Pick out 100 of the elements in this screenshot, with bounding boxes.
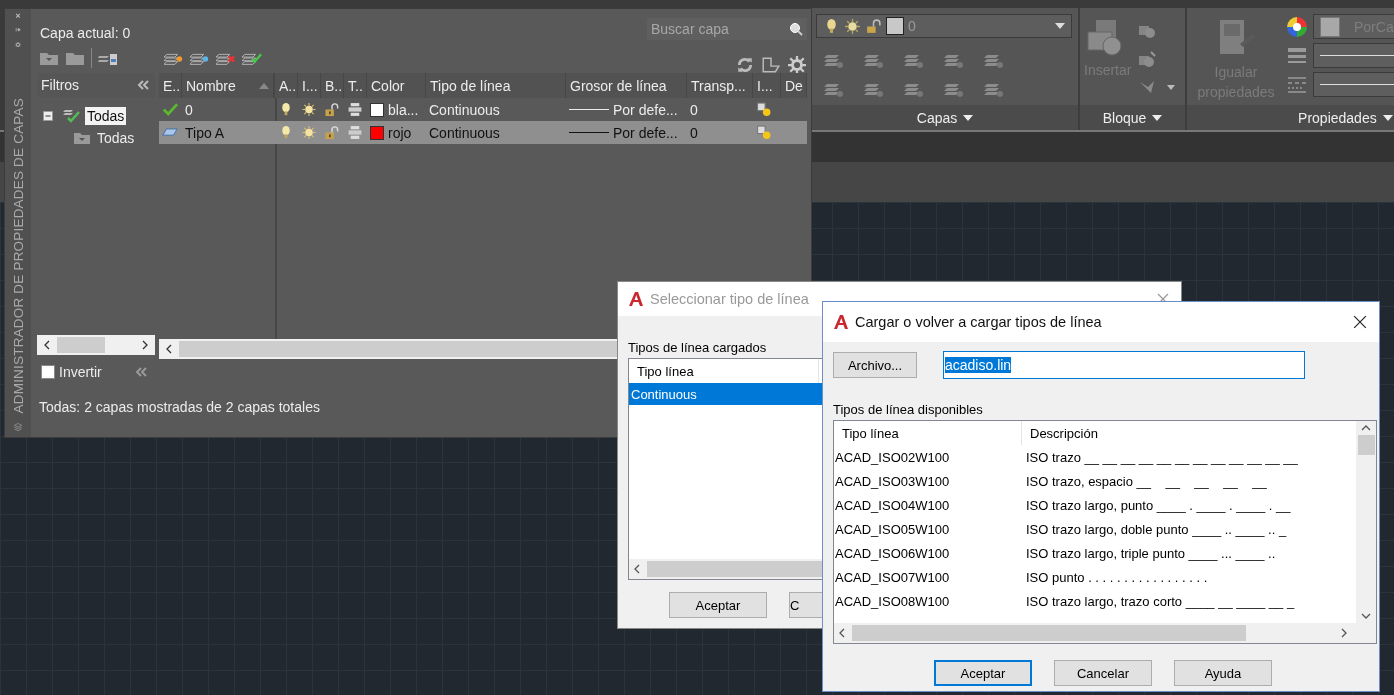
viewport-freeze-icon[interactable] — [756, 125, 772, 140]
app-logo-icon — [833, 314, 849, 330]
linetype-dropdown[interactable] — [1313, 72, 1394, 97]
panel-title-button[interactable]: Propiedades — [1187, 105, 1394, 130]
file-button[interactable]: Archivo... — [833, 352, 917, 378]
list-label: Tipos de línea cargados — [628, 340, 768, 357]
current-layer-label: Capa actual: 0 — [39, 25, 131, 43]
linetype-name[interactable]: ACAD_ISO06W100 — [834, 545, 1023, 561]
column-header[interactable]: Grosor de línea — [566, 73, 687, 98]
block-edit-icon[interactable] — [1137, 50, 1158, 68]
linetype-name[interactable]: ACAD_ISO02W100 — [834, 449, 1023, 465]
scroll-thumb[interactable] — [1357, 435, 1375, 455]
linetype-name[interactable]: ACAD_ISO07W100 — [834, 569, 1023, 585]
settings-icon[interactable] — [12, 41, 24, 48]
column-header[interactable]: I... — [753, 73, 781, 98]
linetype-description: ISO trazo largo, doble punto ____ .. ____ .. _ — [1025, 521, 1288, 537]
palette-title: ADMINISTRADOR DE PROPIEDADES DE CAPAS — [10, 98, 26, 414]
viewport-overrides-icon[interactable] — [761, 56, 781, 74]
unlocked-padlock-icon — [865, 17, 882, 35]
dialog-title: Cargar o volver a cargar tipos de línea — [855, 314, 1102, 330]
collapse-box-icon[interactable] — [43, 111, 53, 121]
lineweight-dropdown[interactable] — [1313, 43, 1394, 68]
lineweight-value[interactable]: Por defe... — [613, 124, 678, 141]
column-header[interactable]: B.. — [321, 73, 344, 98]
transparency-value[interactable]: 0 — [687, 121, 753, 144]
scroll-up-icon[interactable] — [1361, 425, 1371, 431]
viewport-freeze-icon[interactable] — [756, 102, 772, 117]
layer-row[interactable]: Tipo A rojo Continuous Por defe... 0 — [159, 121, 807, 144]
panel-title-button[interactable]: Capas — [812, 105, 1078, 130]
column-header[interactable]: A.. — [275, 73, 298, 98]
column-header[interactable]: Tipo línea — [834, 421, 1022, 445]
linetype-description: ISO punto . . . . . . . . . . . . . . . . . — [1025, 569, 1209, 585]
column-header[interactable]: Descripción — [1022, 421, 1356, 445]
printer-icon[interactable] — [347, 125, 363, 140]
status-text: Todas: 2 capas mostradas de 2 capas totales — [39, 399, 320, 415]
lineweight-icon — [1287, 45, 1307, 66]
column-header[interactable]: Color — [367, 73, 426, 98]
column-header[interactable]: E.. — [159, 73, 182, 98]
layer-filter-icon — [63, 108, 81, 124]
linetype-description: ISO trazo __ __ __ __ __ __ __ __ __ __ __ __ — [1025, 449, 1299, 465]
linetype-name[interactable]: ACAD_ISO08W100 — [834, 593, 1023, 609]
dialog-button[interactable]: Aceptar — [934, 660, 1032, 686]
linetype-icon — [1287, 74, 1307, 95]
dropdown-caret-icon[interactable] — [1167, 84, 1176, 90]
file-name-field[interactable]: acadiso.lin — [943, 351, 1305, 379]
panel-title-button[interactable]: Bloque — [1080, 105, 1185, 130]
column-header[interactable]: T.. — [344, 73, 367, 98]
dialog-button[interactable]: Cancelar — [1054, 660, 1152, 686]
lineweight-value[interactable]: Por defe... — [613, 101, 678, 118]
vertical-scrollbar[interactable] — [1356, 421, 1376, 623]
sort-arrow-icon — [259, 82, 269, 89]
filter-folder-icon[interactable] — [39, 50, 59, 66]
color-name: bla... — [388, 101, 419, 118]
printer-icon[interactable] — [347, 102, 363, 117]
dropdown-caret-icon — [1055, 23, 1065, 29]
invert-checkbox[interactable]: Invertir — [41, 364, 102, 380]
tree-item[interactable]: Todas — [95, 129, 137, 147]
linetype-name[interactable]: Continuous — [426, 98, 566, 121]
sun-icon[interactable] — [301, 125, 317, 140]
column-header[interactable]: De — [781, 73, 807, 98]
list-row[interactable]: Continuous — [629, 383, 823, 405]
layer-name: 0 — [184, 100, 194, 120]
layer-row[interactable]: 0 bla... Continuous Por defe... 0 — [159, 98, 807, 121]
horizontal-scrollbar[interactable] — [37, 335, 155, 355]
filter-folder-icon — [73, 130, 91, 146]
folder-icon[interactable] — [65, 50, 85, 66]
dialog-button[interactable]: Ayuda — [1174, 660, 1272, 686]
lineweight-sample — [569, 132, 609, 133]
scroll-down-icon[interactable] — [1361, 613, 1371, 619]
sun-icon[interactable] — [301, 102, 317, 117]
linetype-description: ISO trazo largo, punto ____ . ____ . ____ . __ — [1025, 497, 1292, 513]
column-header[interactable]: Nombre — [182, 73, 275, 98]
refresh-icon[interactable] — [735, 56, 755, 74]
caret-icon — [1382, 114, 1393, 121]
settings-icon[interactable] — [787, 56, 807, 74]
color-swatch[interactable] — [370, 125, 384, 140]
collapse-icon[interactable] — [137, 80, 149, 90]
tree-item[interactable]: Todas — [85, 107, 127, 125]
column-header[interactable]: I... — [298, 73, 321, 98]
linetype-name[interactable]: ACAD_ISO05W100 — [834, 521, 1023, 537]
linetype-name[interactable]: Continuous — [426, 121, 566, 144]
search-field[interactable]: Buscar capa — [647, 18, 807, 40]
collapse-icon[interactable] — [135, 367, 147, 377]
transparency-value[interactable]: 0 — [687, 98, 753, 121]
list-label: Tipos de línea disponibles — [833, 402, 984, 419]
horizontal-scrollbar[interactable] — [834, 623, 1376, 643]
close-icon[interactable] — [1353, 315, 1367, 329]
unlocked-padlock-icon[interactable] — [324, 102, 340, 117]
unlocked-padlock-icon[interactable] — [324, 125, 340, 140]
lineweight-sample — [569, 109, 609, 110]
linetype-name[interactable]: ACAD_ISO04W100 — [834, 497, 1023, 513]
linetype-description: ISO trazo largo, trazo corto ____ __ ____ __ _ — [1025, 593, 1296, 609]
sun-icon — [844, 17, 861, 35]
color-wheel-icon — [1287, 16, 1307, 37]
linetype-name[interactable]: ACAD_ISO03W100 — [834, 473, 1023, 489]
column-header[interactable]: Tipo de línea — [426, 73, 566, 98]
column-header[interactable]: Transp... — [687, 73, 753, 98]
color-swatch[interactable] — [370, 102, 384, 117]
dialog-button[interactable]: Aceptar — [669, 592, 767, 618]
caret-icon — [1152, 114, 1163, 121]
